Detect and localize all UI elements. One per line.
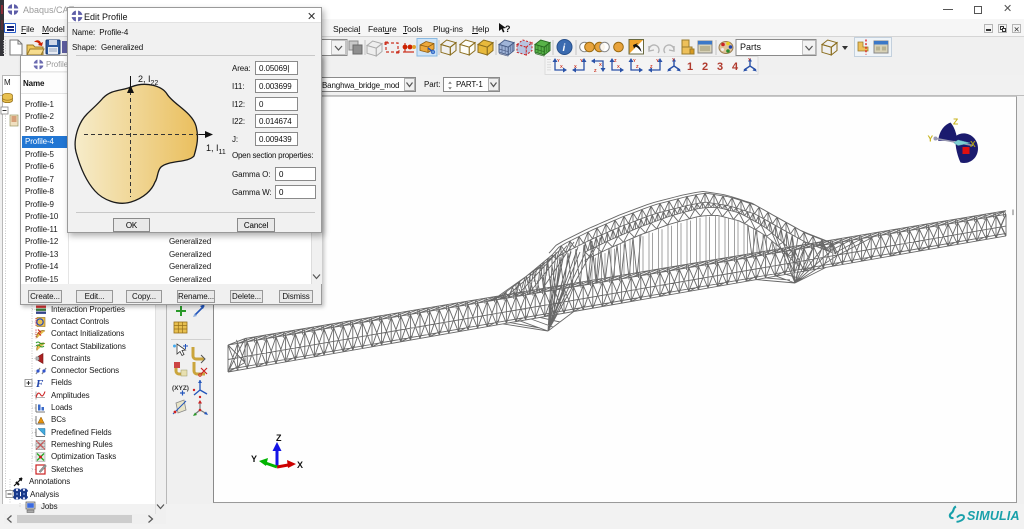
svg-text:Y: Y: [656, 58, 659, 63]
svg-text:X: X: [617, 64, 620, 69]
svg-text:X: X: [560, 64, 563, 69]
svg-text:X: X: [574, 64, 577, 69]
svg-text:1: 1: [687, 61, 693, 73]
svg-text:i: i: [563, 43, 566, 54]
svg-text:Y: Y: [633, 58, 636, 63]
svg-text:Y: Y: [251, 454, 257, 464]
svg-text:Z: Z: [650, 64, 653, 69]
svg-text:Z: Z: [594, 68, 597, 73]
svg-text:Y: Y: [557, 58, 560, 63]
svg-text:Y: Y: [928, 134, 934, 144]
svg-text:Z: Z: [953, 117, 958, 127]
svg-text:Y: Y: [672, 57, 675, 62]
svg-text:Y: Y: [580, 58, 583, 63]
svg-text:X: X: [297, 460, 303, 470]
svg-text:2: 2: [702, 61, 708, 73]
svg-text:SIMULIA: SIMULIA: [967, 509, 1020, 523]
svg-text:Y: Y: [748, 57, 751, 62]
svg-text:1, I11: 1, I11: [206, 143, 226, 156]
svg-text:Parts: Parts: [740, 42, 762, 52]
svg-text:(XYZ): (XYZ): [172, 385, 189, 392]
svg-text:F: F: [35, 378, 44, 390]
svg-text:Z: Z: [614, 58, 617, 63]
svg-text:X: X: [970, 139, 976, 149]
svg-text:Z: Z: [636, 64, 639, 69]
svg-text:3: 3: [717, 61, 723, 73]
svg-text:X: X: [599, 62, 602, 67]
svg-text:Z: Z: [276, 433, 282, 443]
svg-text:4: 4: [732, 61, 739, 73]
